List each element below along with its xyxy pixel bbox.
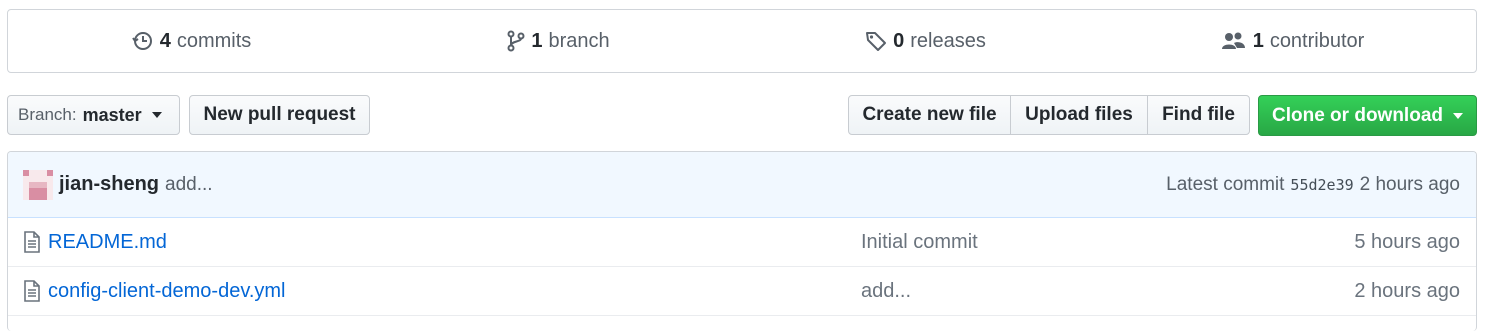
commits-link[interactable]: 4 commits — [8, 30, 375, 53]
people-icon — [1221, 30, 1247, 52]
file-navigation: Branch: master New pull request Create n… — [0, 95, 1486, 137]
commits-count: 4 — [159, 29, 171, 52]
upload-files-button[interactable]: Upload files — [1010, 95, 1148, 135]
caret-down-icon — [1453, 112, 1463, 119]
file-icon — [23, 280, 41, 308]
latest-commit-info: Latest commit 55d2e39 2 hours ago — [1166, 174, 1460, 196]
clone-or-download-label: Clone or download — [1272, 104, 1443, 126]
repo-summary-bar: 4 commits 1 branch 0 releases 1 contribu… — [7, 9, 1477, 73]
create-new-file-button[interactable]: Create new file — [848, 95, 1011, 135]
contributors-link[interactable]: 1 contributor — [1109, 30, 1476, 53]
commits-label: commits — [176, 29, 252, 52]
branch-select-button[interactable]: Branch: master — [7, 95, 180, 135]
file-commit-message-link[interactable]: add... — [861, 280, 911, 303]
file-name-link[interactable]: README.md — [48, 231, 167, 254]
branch-value: master — [82, 104, 142, 125]
releases-link[interactable]: 0 releases — [742, 30, 1109, 53]
new-pull-request-button[interactable]: New pull request — [189, 95, 370, 135]
git-branch-icon — [507, 30, 525, 52]
commit-tease: jian-sheng add... Latest commit 55d2e39 … — [8, 152, 1476, 218]
tag-icon — [865, 30, 887, 52]
branches-count: 1 — [531, 29, 543, 52]
file-actions-group: Create new file Upload files Find file — [848, 95, 1250, 135]
latest-commit-age: 2 hours ago — [1359, 173, 1460, 195]
releases-label: releases — [910, 29, 986, 52]
branches-link[interactable]: 1 branch — [375, 30, 742, 53]
file-age: 2 hours ago — [1354, 279, 1460, 302]
history-icon — [131, 30, 154, 52]
branch-label: Branch: — [18, 105, 77, 124]
file-age: 5 hours ago — [1354, 230, 1460, 253]
branches-label: branch — [548, 29, 610, 52]
file-table: jian-sheng add... Latest commit 55d2e39 … — [7, 151, 1477, 331]
releases-count: 0 — [893, 29, 905, 52]
table-row: README.md Initial commit 5 hours ago — [8, 218, 1476, 267]
latest-commit-label: Latest commit — [1166, 173, 1285, 195]
file-name-link[interactable]: config-client-demo-dev.yml — [48, 280, 286, 303]
file-commit-message-link[interactable]: Initial commit — [861, 231, 978, 254]
find-file-button[interactable]: Find file — [1147, 95, 1250, 135]
clone-or-download-button[interactable]: Clone or download — [1258, 95, 1477, 136]
contributors-count: 1 — [1252, 29, 1264, 52]
commit-author-link[interactable]: jian-sheng — [59, 173, 159, 196]
commit-sha-link[interactable]: 55d2e39 — [1290, 176, 1353, 194]
caret-down-icon — [151, 112, 162, 118]
contributors-label: contributor — [1269, 29, 1365, 52]
table-row: config-client-demo-dev.yml add... 2 hour… — [8, 267, 1476, 316]
avatar[interactable] — [23, 169, 53, 200]
file-icon — [23, 231, 41, 259]
commit-message-link[interactable]: add... — [165, 174, 213, 196]
